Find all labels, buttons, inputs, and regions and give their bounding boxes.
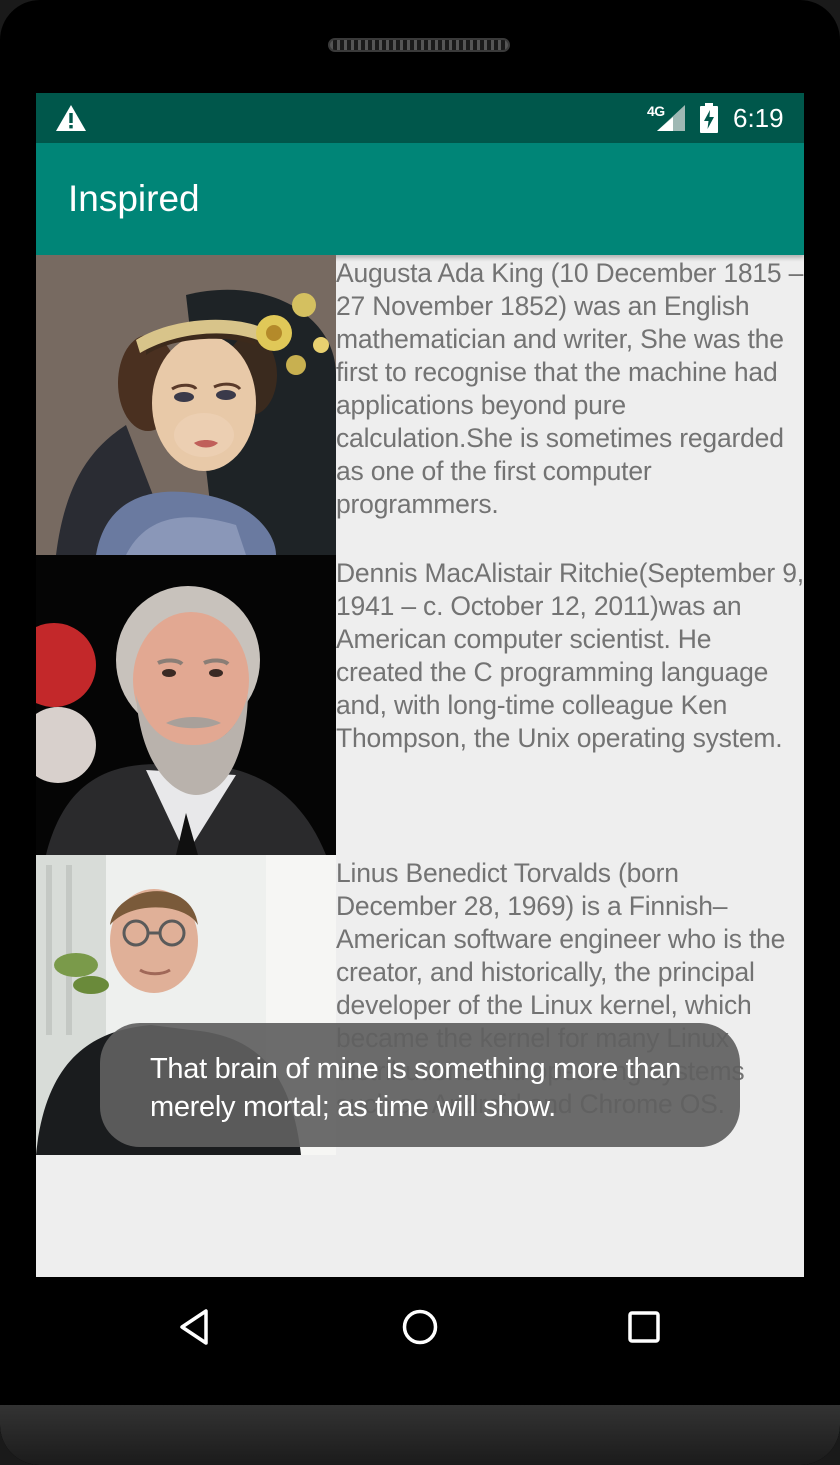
status-bar: 4G 6:19 — [36, 93, 804, 143]
ada-lovelace-portrait — [36, 255, 336, 555]
device-frame: 4G 6:19 Inspired Augusta Ada King (10 De… — [0, 0, 840, 1465]
list-item[interactable]: Augusta Ada King (10 December 1815 – 27 … — [36, 255, 804, 555]
device-chin — [0, 1405, 840, 1465]
navigation-bar — [36, 1277, 804, 1377]
recents-icon[interactable] — [624, 1307, 664, 1347]
list-item[interactable]: Dennis MacAlistair Ritchie(September 9, … — [36, 555, 804, 855]
screen: 4G 6:19 Inspired Augusta Ada King (10 De… — [36, 93, 804, 1277]
status-time: 6:19 — [733, 103, 784, 133]
app-bar: Inspired — [36, 143, 804, 255]
biography-list[interactable]: Augusta Ada King (10 December 1815 – 27 … — [36, 255, 804, 1155]
network-type-label: 4G — [647, 103, 665, 119]
quote-toast: That brain of mine is something more tha… — [100, 1023, 740, 1147]
dennis-ritchie-portrait — [36, 555, 336, 855]
toast-message: That brain of mine is something more tha… — [150, 1053, 681, 1123]
biography-text: Augusta Ada King (10 December 1815 – 27 … — [336, 258, 804, 519]
speaker-grille — [328, 38, 510, 52]
biography-text: Dennis MacAlistair Ritchie(September 9, … — [336, 558, 804, 753]
battery-charging-icon — [700, 103, 718, 133]
app-title: Inspired — [68, 178, 200, 219]
home-icon[interactable] — [400, 1307, 440, 1347]
signal-icon: 4G — [647, 103, 687, 133]
warning-icon — [56, 105, 86, 131]
back-icon[interactable] — [176, 1307, 216, 1347]
